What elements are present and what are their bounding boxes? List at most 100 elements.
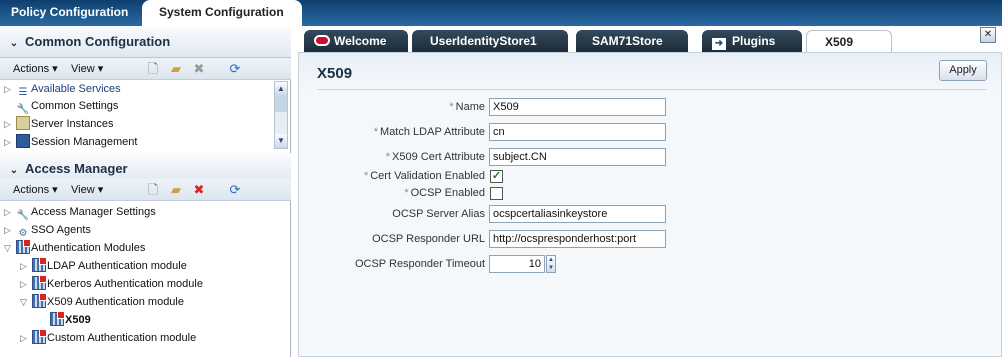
ocsp-alias-field[interactable]: ocspcertaliasinkeystore [489, 205, 666, 223]
close-icon[interactable]: ✕ [980, 27, 996, 43]
actions-label: Actions [13, 184, 50, 196]
access-toolbar: Actions ▾ View ▾ 🗋 ▰ ✖ ⟳ [0, 179, 291, 201]
access-actions-menu[interactable]: Actions ▾ [13, 179, 58, 201]
delete-icon[interactable]: ✖ [191, 61, 207, 77]
modules-icon [16, 239, 31, 254]
expand-icon[interactable]: ▷ [20, 329, 30, 347]
tree-label: Available Services [31, 83, 121, 95]
expand-icon[interactable]: ▷ [4, 133, 14, 150]
tree-label: LDAP Authentication module [47, 260, 187, 272]
tree-item-sso-agents[interactable]: ▷ ⚙ SSO Agents [4, 221, 91, 239]
label-text: Match LDAP Attribute [380, 126, 485, 138]
ocsp-alias-label: OCSP Server Alias [299, 205, 485, 223]
tab-sam71store[interactable]: SAM71Store [576, 30, 688, 52]
common-scrollbar[interactable]: ▲ ▼ [274, 81, 288, 149]
tab-label: X509 [825, 35, 854, 49]
tree-item-ldap-module[interactable]: ▷ LDAP Authentication module [20, 257, 187, 275]
ocsp-timeout-field[interactable]: 10 [489, 255, 545, 273]
access-tree: ▷ 🔧 Access Manager Settings ▷ ⚙ SSO Agents ▽… [0, 203, 291, 353]
tab-label: Plugins [732, 34, 776, 48]
ocsp-url-field[interactable]: http://ocspresponderhost:port [489, 230, 666, 248]
page-title: X509 [317, 65, 353, 82]
scroll-down-icon[interactable]: ▼ [275, 134, 287, 148]
tree-item-available-services[interactable]: ▷ ☰ Available Services [4, 80, 121, 98]
open-folder-icon[interactable]: ▰ [168, 182, 184, 198]
tree-item-x509-module[interactable]: ▽ X509 Authentication module [20, 293, 184, 311]
tree-item-authentication-modules[interactable]: ▽ Authentication Modules [4, 239, 145, 257]
tab-x509[interactable]: X509 [806, 30, 892, 52]
x509-form-panel: X509 Apply * Name X509 * Match LDAP Attrib… [298, 52, 1002, 357]
cert-attribute-label: * X509 Cert Attribute [299, 148, 485, 166]
required-mark: * [449, 101, 454, 113]
access-view-menu[interactable]: View ▾ [71, 179, 103, 201]
expand-icon[interactable]: ▷ [20, 275, 30, 293]
match-ldap-field[interactable]: cn [489, 123, 666, 141]
stepper-icon[interactable]: ▲ ▼ [546, 255, 556, 273]
tree-item-kerberos-module[interactable]: ▷ Kerberos Authentication module [20, 275, 203, 293]
tree-label: Common Settings [31, 100, 119, 112]
divider [317, 89, 987, 90]
view-label: View [71, 63, 95, 75]
actions-label: Actions [13, 63, 50, 75]
label-text: OCSP Responder Timeout [354, 258, 485, 270]
module-icon [32, 329, 47, 344]
tree-item-common-settings[interactable]: 🔧 Common Settings [14, 97, 119, 115]
scroll-thumb[interactable] [275, 96, 287, 112]
label-text: OCSP Responder URL [372, 233, 485, 245]
tab-policy-configuration[interactable]: Policy Configuration [0, 0, 140, 26]
tab-plugins[interactable]: ➜ Plugins [702, 30, 802, 52]
cert-attribute-field[interactable]: subject.CN [489, 148, 666, 166]
label-text: X509 Cert Attribute [392, 151, 485, 163]
tree-item-x509[interactable]: X509 [48, 311, 91, 329]
scroll-up-icon[interactable]: ▲ [275, 82, 287, 96]
module-icon [32, 257, 47, 272]
tree-item-custom-module[interactable]: ▷ Custom Authentication module [20, 329, 196, 347]
new-icon[interactable]: 🗋 [145, 182, 161, 198]
tab-useridentitystore1[interactable]: UserIdentityStore1 [412, 30, 568, 52]
refresh-icon[interactable]: ⟳ [227, 61, 243, 77]
required-mark: * [385, 151, 391, 163]
common-toolbar: Actions ▾ View ▾ 🗋 ▰ ✖ ⟳ [0, 58, 291, 80]
session-icon [16, 134, 30, 148]
delete-icon[interactable]: ✖ [191, 182, 207, 198]
common-tree: ▷ ☰ Available Services 🔧 Common Settings ▷ S… [0, 80, 291, 150]
tab-label: SAM71Store [592, 34, 663, 48]
common-actions-menu[interactable]: Actions ▾ [13, 58, 58, 80]
label-text: OCSP Server Alias [392, 208, 485, 220]
expand-icon[interactable]: ▷ [4, 221, 14, 239]
expand-icon[interactable]: ▷ [4, 80, 14, 98]
refresh-icon[interactable]: ⟳ [227, 182, 243, 198]
common-configuration-header[interactable]: ⌄ Common Configuration [0, 26, 291, 58]
content-panel: Welcome UserIdentityStore1 SAM71Store ➜ P… [298, 26, 1002, 357]
expand-icon[interactable]: ▷ [4, 115, 14, 133]
tree-label: Kerberos Authentication module [47, 278, 203, 290]
tab-label: UserIdentityStore1 [430, 34, 537, 48]
expand-icon[interactable]: ▷ [20, 257, 30, 275]
tree-item-session-management[interactable]: ▷ Session Management [4, 133, 137, 150]
tree-label: Authentication Modules [31, 242, 146, 254]
apply-button[interactable]: Apply [939, 60, 987, 81]
match-ldap-label: * Match LDAP Attribute [299, 123, 485, 141]
open-folder-icon[interactable]: ▰ [168, 61, 184, 77]
cert-validation-label: * Cert Validation Enabled [299, 167, 485, 185]
tab-system-configuration[interactable]: System Configuration [142, 0, 302, 27]
label-text: OCSP Enabled [410, 187, 485, 199]
collapse-icon[interactable]: ▽ [20, 293, 30, 311]
required-mark: * [363, 170, 369, 182]
tree-item-access-manager-settings[interactable]: ▷ 🔧 Access Manager Settings [4, 203, 156, 221]
tree-label: Session Management [31, 136, 138, 148]
module-icon [32, 293, 47, 308]
tree-label: X509 Authentication module [47, 296, 184, 308]
new-icon[interactable]: 🗋 [145, 61, 161, 77]
required-mark: * [404, 187, 409, 199]
expand-icon[interactable]: ▷ [4, 203, 14, 221]
tree-item-server-instances[interactable]: ▷ Server Instances [4, 115, 114, 133]
collapse-icon[interactable]: ▽ [4, 239, 14, 257]
tab-welcome[interactable]: Welcome [304, 30, 408, 52]
name-field[interactable]: X509 [489, 98, 666, 116]
tree-label: Custom Authentication module [47, 332, 197, 344]
tab-label: Welcome [334, 34, 387, 48]
ocsp-enabled-checkbox[interactable] [490, 187, 503, 200]
cert-validation-checkbox[interactable]: ✓ [490, 170, 503, 183]
common-view-menu[interactable]: View ▾ [71, 58, 103, 80]
